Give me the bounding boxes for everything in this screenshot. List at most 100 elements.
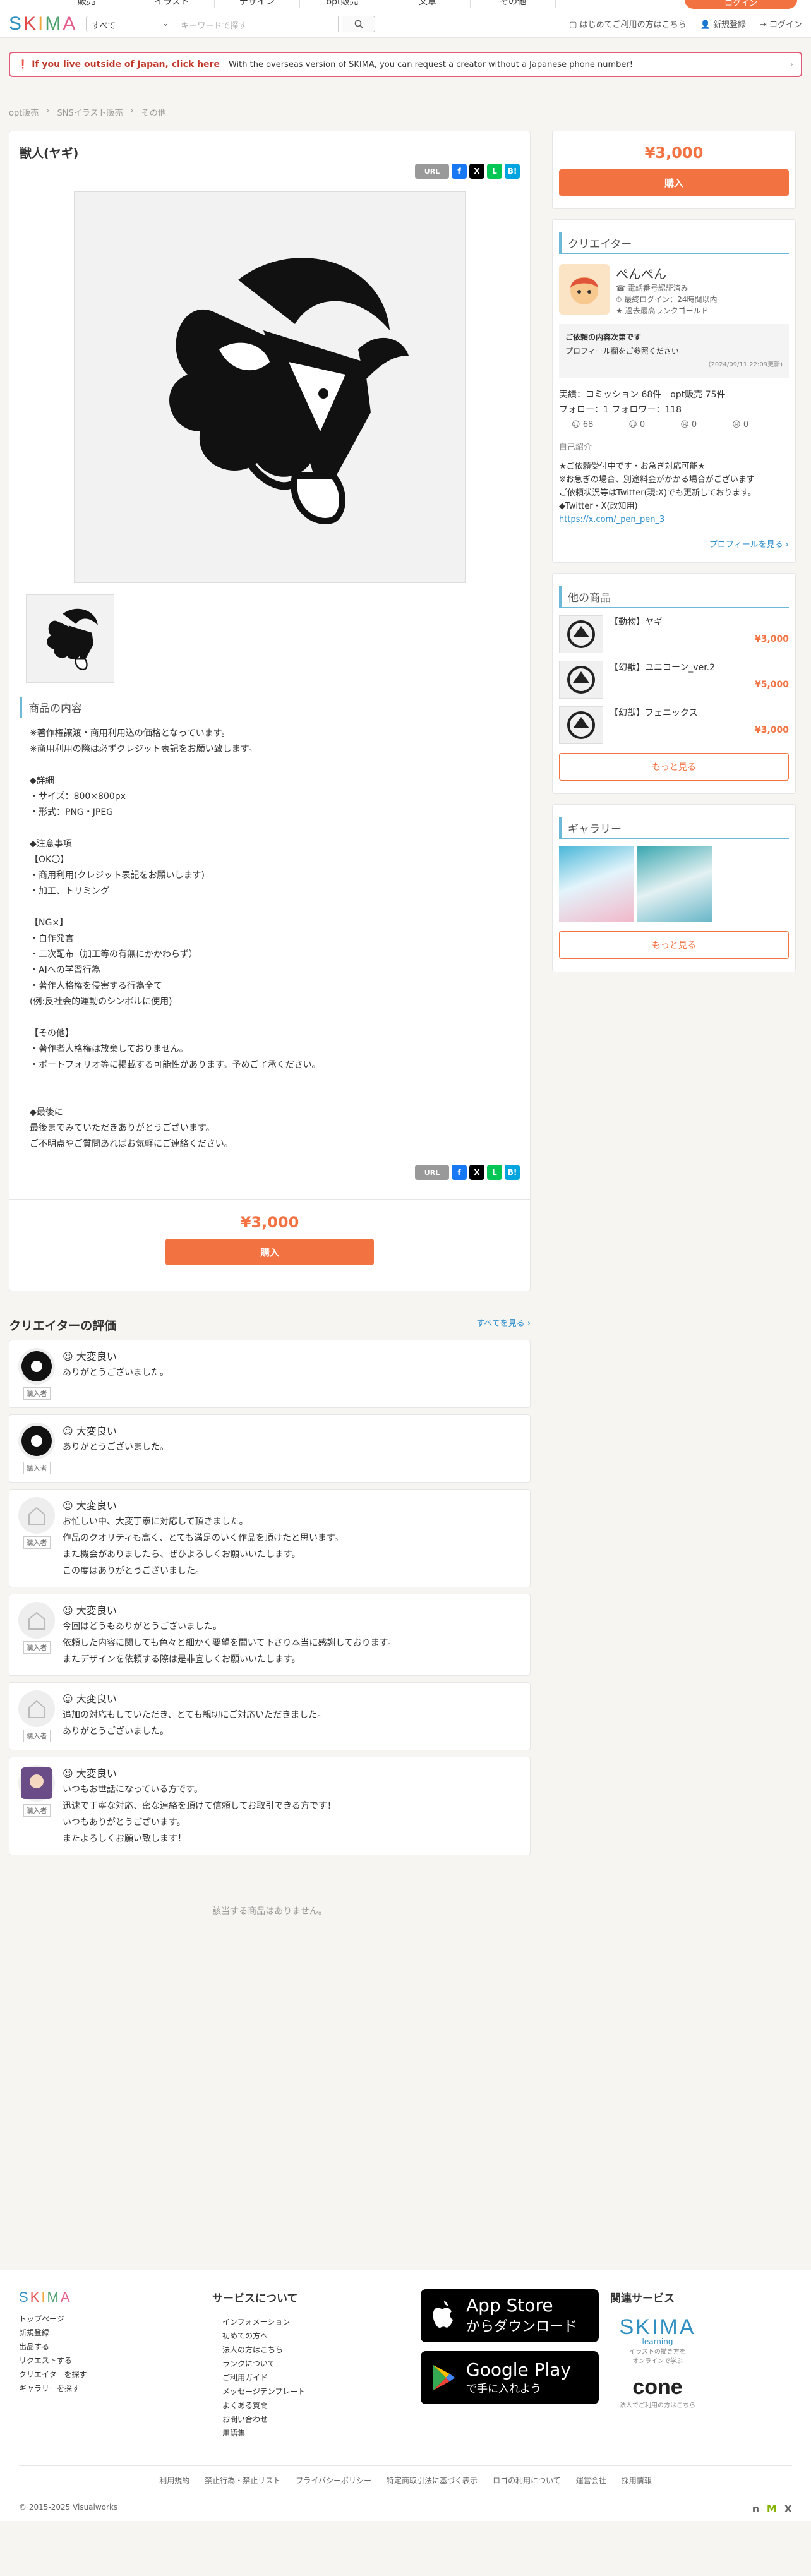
cone-link[interactable]: cone 法人でご利用の方はこちら bbox=[610, 2375, 705, 2409]
view-profile-link[interactable]: プロフィールを見る › bbox=[559, 538, 789, 550]
google-play-button[interactable]: Google Play で手に入れよう bbox=[421, 2351, 599, 2404]
breadcrumb-item[interactable]: その他 bbox=[141, 106, 166, 118]
nav-item[interactable]: 文章 bbox=[385, 0, 471, 8]
buy-button[interactable]: 購入 bbox=[165, 1239, 374, 1265]
other-item[interactable]: 【動物】ヤギ ¥3,000 bbox=[559, 615, 789, 653]
footer-bottom-link[interactable]: プライバシーポリシー bbox=[296, 2476, 371, 2485]
footer-link[interactable]: お問い合わせ bbox=[222, 2412, 421, 2426]
hatena-icon[interactable]: B! bbox=[505, 164, 520, 179]
x-icon[interactable]: X bbox=[784, 2503, 792, 2515]
reviews-header: クリエイターの評価 すべてを見る › bbox=[9, 1316, 531, 1333]
breadcrumb-item[interactable]: opt販売 bbox=[9, 106, 39, 118]
footer-link[interactable]: ギャラリーを探す bbox=[19, 2381, 212, 2395]
footer-link[interactable]: ランクについて bbox=[222, 2357, 421, 2371]
gallery-image[interactable] bbox=[559, 846, 634, 922]
google-play-icon bbox=[433, 2365, 455, 2390]
avatar bbox=[18, 1348, 55, 1385]
footer-bottom-links: 利用規約 禁止行為・禁止リスト プライバシーポリシー 特定商取引法に基づく表示 ロゴの利… bbox=[19, 2465, 792, 2495]
hatena-icon[interactable]: B! bbox=[505, 1165, 520, 1180]
review-rating: ☺ 大変良い bbox=[63, 1351, 117, 1363]
footer-bottom-link[interactable]: 利用規約 bbox=[159, 2476, 189, 2485]
info-icon: ❗ bbox=[18, 59, 28, 69]
footer-link[interactable]: 法人の方はこちら bbox=[222, 2343, 421, 2357]
footer-bottom-link[interactable]: 特定商取引法に基づく表示 bbox=[387, 2476, 478, 2485]
creator-name[interactable]: ぺんぺん bbox=[616, 264, 717, 282]
nav-item[interactable]: デザイン bbox=[215, 0, 300, 8]
other-items-card: 他の商品 【動物】ヤギ ¥3,000 【幻獣】ユニコーン_ver.2 ¥5,000 【幻… bbox=[552, 573, 796, 794]
side-buy-button[interactable]: 購入 bbox=[559, 169, 789, 196]
footer-bottom-link[interactable]: 禁止行為・禁止リスト bbox=[205, 2476, 280, 2485]
nav-item[interactable]: その他 bbox=[471, 0, 556, 8]
footer-link[interactable]: 用語集 bbox=[222, 2426, 421, 2440]
overseas-notice[interactable]: ❗ If you live outside of Japan, click he… bbox=[9, 52, 802, 77]
breadcrumb-item[interactable]: SNSイラスト販売 bbox=[57, 106, 123, 118]
creator-x-link[interactable]: https://x.com/_pen_pen_3 bbox=[559, 515, 664, 524]
copy-url-button[interactable]: URL bbox=[415, 164, 449, 179]
footer-link[interactable]: インフォメーション bbox=[222, 2315, 421, 2329]
creator-heading: クリエイター bbox=[559, 232, 789, 254]
top-pill-button[interactable]: ログイン bbox=[685, 0, 797, 9]
footer-link[interactable]: 初めての方へ bbox=[222, 2329, 421, 2343]
creator-stats: 実績：コミッション 68件 opt販売 75件 フォロー：1 フォロワー：118 bbox=[559, 390, 726, 415]
signup-link[interactable]: 👤 新規登録 bbox=[700, 18, 746, 30]
footer-link[interactable]: リクエストする bbox=[19, 2354, 212, 2368]
other-item[interactable]: 【幻獣】ユニコーン_ver.2 ¥5,000 bbox=[559, 661, 789, 699]
footer-link[interactable]: クリエイターを探す bbox=[19, 2368, 212, 2381]
footer-bottom-link[interactable]: 採用情報 bbox=[622, 2476, 652, 2485]
side-price: ¥3,000 bbox=[644, 144, 704, 162]
skima-logo[interactable]: SKIMA bbox=[9, 13, 77, 35]
main-artwork-image[interactable] bbox=[74, 191, 466, 583]
facebook-icon[interactable]: f bbox=[452, 1165, 467, 1180]
category-select[interactable]: すべて ⌄ bbox=[86, 15, 175, 32]
other-item[interactable]: 【幻獣】フェニックス ¥3,000 bbox=[559, 706, 789, 744]
nav-item[interactable]: 販売 bbox=[44, 0, 129, 8]
footer-link[interactable]: 出品する bbox=[19, 2340, 212, 2354]
footer-bottom-link[interactable]: 運営会社 bbox=[576, 2476, 606, 2485]
more-items-button[interactable]: もっと見る bbox=[559, 753, 789, 781]
rating-summary: ☺ 68 ☺ 0 ☹ 0 ☹ 0 bbox=[559, 420, 789, 430]
app-store-button[interactable]: App Store からダウンロード bbox=[421, 2289, 599, 2342]
search-input[interactable]: キーワードで探す bbox=[174, 15, 339, 32]
line-icon[interactable]: L bbox=[487, 1165, 502, 1180]
footer-link[interactable]: ご利用ガイド bbox=[222, 2371, 421, 2385]
related-services-heading: 関連サービス bbox=[610, 2292, 675, 2305]
reviews-heading: クリエイターの評価 bbox=[9, 1319, 117, 1333]
reviewer-avatar: 購入者 bbox=[17, 1497, 56, 1579]
gallery-image[interactable] bbox=[637, 846, 712, 922]
note-icon[interactable]: n bbox=[752, 2503, 759, 2515]
more-gallery-button[interactable]: もっと見る bbox=[559, 931, 789, 959]
see-all-reviews-link[interactable]: すべてを見る › bbox=[476, 1316, 531, 1333]
nav-item[interactable]: opt販売 bbox=[300, 0, 385, 8]
chevron-right-icon: › bbox=[790, 59, 793, 69]
creator-avatar[interactable] bbox=[559, 264, 610, 315]
buyer-tag: 購入者 bbox=[23, 1462, 51, 1474]
footer-bottom-link[interactable]: ロゴの利用について bbox=[493, 2476, 561, 2485]
review-card: 購入者 ☺ 大変良い ありがとうございました。 bbox=[9, 1340, 531, 1408]
skima-learning-link[interactable]: SKIMA learning イラストの描き方を オンラインで学ぶ bbox=[610, 2315, 705, 2365]
x-icon[interactable]: X bbox=[469, 1165, 484, 1180]
nav-item[interactable]: イラスト bbox=[129, 0, 215, 8]
footer-link[interactable]: よくある質問 bbox=[222, 2398, 421, 2412]
copy-url-button[interactable]: URL bbox=[415, 1165, 449, 1180]
footer-link[interactable]: トップページ bbox=[19, 2312, 212, 2326]
other-item-image bbox=[559, 706, 603, 744]
facebook-icon[interactable]: f bbox=[452, 164, 467, 179]
line-icon[interactable]: L bbox=[487, 164, 502, 179]
x-icon[interactable]: X bbox=[469, 164, 484, 179]
page-title: 獣人(ヤギ) bbox=[20, 147, 79, 160]
footer-logo[interactable]: SKIMA bbox=[19, 2289, 212, 2306]
artwork-thumbnail[interactable] bbox=[26, 594, 114, 683]
side-purchase-card: ¥3,000 購入 bbox=[552, 131, 796, 209]
footer-link[interactable]: メッセージテンプレート bbox=[222, 2385, 421, 2398]
buyer-tag: 購入者 bbox=[23, 1804, 51, 1817]
footer-link[interactable]: 新規登録 bbox=[19, 2326, 212, 2340]
login-link[interactable]: ⇥ ログイン bbox=[760, 18, 802, 30]
creator-avatar-image bbox=[570, 277, 598, 304]
profile-note: ご依頼の内容次第です プロフィール欄をご参照ください (2024/09/11 2… bbox=[559, 324, 789, 378]
apple-icon bbox=[433, 2301, 453, 2328]
search-button[interactable] bbox=[342, 15, 376, 32]
reviewer-avatar: 購入者 bbox=[17, 1423, 56, 1474]
review-card: 購入者 ☺ 大変良い お忙しい中、大変丁寧に対応して頂きました。 作品のクオリティも… bbox=[9, 1489, 531, 1587]
misskey-icon[interactable]: M bbox=[767, 2503, 777, 2515]
beginner-link[interactable]: ▢ はじめてご利用の方はこちら bbox=[569, 18, 686, 30]
